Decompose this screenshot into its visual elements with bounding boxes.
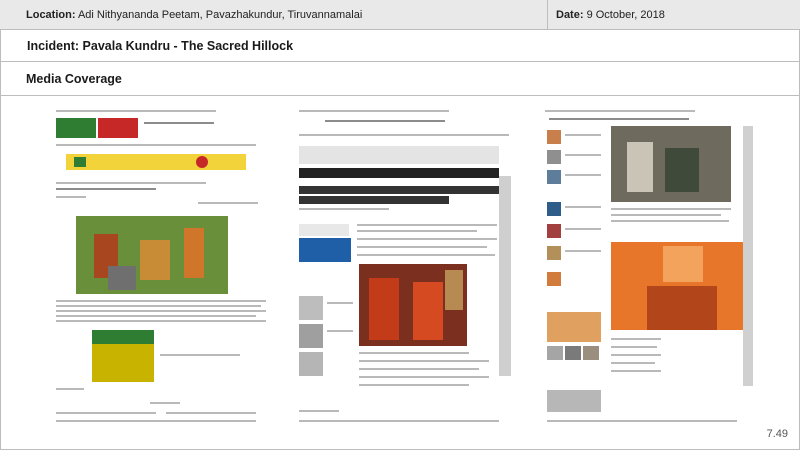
media-clipping-3 <box>543 106 755 428</box>
date-label: Date: <box>556 9 584 21</box>
location-label: Location: <box>26 9 76 21</box>
location-value: Adi Nithyananda Peetam, Pavazhakundur, T… <box>77 9 363 21</box>
media-clipping-1 <box>48 106 268 428</box>
date-value: 9 October, 2018 <box>586 9 665 21</box>
media-clipping-2 <box>295 106 515 428</box>
date-field: Date: 9 October, 2018 <box>548 0 800 30</box>
incident-title: Incident: Pavala Kundru - The Sacred Hil… <box>0 30 800 62</box>
header-row: Location: Adi Nithyananda Peetam, Pavazh… <box>0 0 800 30</box>
location-field: Location: Adi Nithyananda Peetam, Pavazh… <box>0 0 548 30</box>
section-title: Media Coverage <box>0 62 800 96</box>
page-number: 7.49 <box>766 428 788 440</box>
